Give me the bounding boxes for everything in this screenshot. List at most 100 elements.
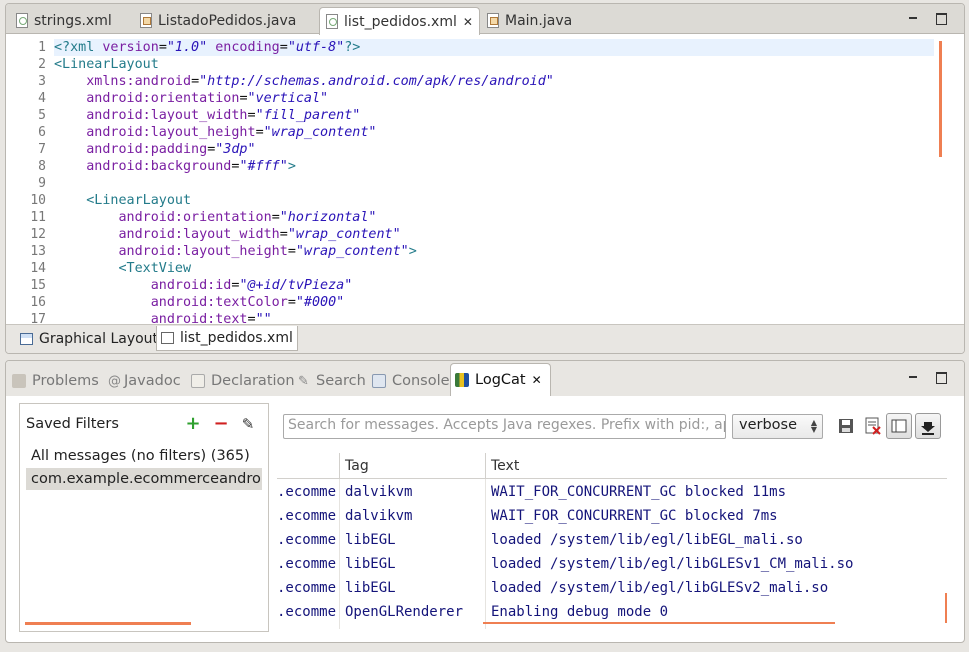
javadoc-icon: @ bbox=[108, 374, 121, 389]
code-line: xmlns:android="http://schemas.android.co… bbox=[86, 74, 554, 89]
console-icon bbox=[372, 374, 386, 388]
line-number: 4 bbox=[38, 91, 46, 106]
scroll-lock-button[interactable] bbox=[915, 413, 941, 439]
tab-label: Declaration bbox=[211, 373, 295, 389]
minimize-icon[interactable] bbox=[906, 370, 920, 384]
close-icon[interactable]: ✕ bbox=[463, 15, 473, 29]
log-row[interactable]: .ecomme libEGL loaded /system/lib/egl/li… bbox=[277, 553, 947, 577]
tab-label: strings.xml bbox=[34, 12, 112, 29]
code-text[interactable]: <?xml version="1.0" encoding="utf-8"?> <… bbox=[54, 39, 934, 324]
tab-logcat[interactable]: LogCat ✕ bbox=[450, 363, 551, 396]
column-header-text[interactable]: Text bbox=[491, 458, 519, 474]
line-number: 16 bbox=[30, 295, 46, 310]
java-file-icon bbox=[487, 13, 499, 28]
tab-graphical-layout[interactable]: Graphical Layout bbox=[16, 326, 162, 351]
line-number: 11 bbox=[30, 210, 46, 225]
tab-listadopedidos-java[interactable]: ListadoPedidos.java bbox=[134, 7, 296, 34]
xml-file-icon bbox=[16, 13, 28, 28]
log-text: WAIT_FOR_CONCURRENT_GC blocked 7ms bbox=[491, 508, 778, 524]
log-app: .ecomme bbox=[277, 532, 337, 548]
tab-search[interactable]: ✎ Search bbox=[298, 366, 366, 396]
line-number: 17 bbox=[30, 312, 46, 324]
tab-label: LogCat bbox=[475, 372, 526, 388]
editor-panel: strings.xml ListadoPedidos.java list_ped… bbox=[5, 3, 965, 354]
log-tag: dalvikvm bbox=[345, 508, 413, 524]
tab-label: Console bbox=[392, 373, 450, 389]
selection-underline bbox=[483, 622, 835, 624]
log-app: .ecomme bbox=[277, 556, 337, 572]
log-table[interactable]: Tag Text .ecomme dalvikvm WAIT_FOR_CONCU… bbox=[277, 453, 947, 633]
close-icon[interactable]: ✕ bbox=[532, 373, 542, 387]
filter-all-messages[interactable]: All messages (no filters) (365) bbox=[26, 445, 250, 467]
clear-log-icon[interactable] bbox=[864, 417, 882, 435]
editor-tab-bar: strings.xml ListadoPedidos.java list_ped… bbox=[6, 4, 964, 35]
horizontal-scrollbar[interactable] bbox=[25, 622, 191, 625]
log-app: .ecomme bbox=[277, 580, 337, 596]
saved-filters-panel: Saved Filters + − ✎ All messages (no fil… bbox=[19, 403, 269, 632]
line-number: 3 bbox=[38, 74, 46, 89]
view-tab-bar: Problems @ Javadoc Declaration ✎ Search … bbox=[6, 361, 964, 396]
tab-declaration[interactable]: Declaration bbox=[191, 366, 295, 396]
minimize-icon[interactable] bbox=[906, 11, 920, 25]
view-panel: Problems @ Javadoc Declaration ✎ Search … bbox=[5, 360, 965, 643]
line-number: 1 bbox=[38, 40, 46, 55]
add-filter-icon[interactable]: + bbox=[184, 415, 202, 433]
code-line: android:background="#fff"> bbox=[86, 159, 296, 174]
code-line: <TextView bbox=[118, 261, 192, 276]
log-text: Enabling debug mode 0 bbox=[491, 604, 669, 620]
vertical-scrollbar[interactable] bbox=[939, 41, 942, 157]
line-number: 14 bbox=[30, 261, 46, 276]
line-number: 6 bbox=[38, 125, 46, 140]
editor-mode-tabs: Graphical Layout list_pedidos.xml bbox=[6, 324, 964, 353]
log-tag: OpenGLRenderer bbox=[345, 604, 464, 620]
save-icon[interactable] bbox=[837, 417, 855, 435]
code-line: <LinearLayout bbox=[54, 57, 159, 72]
log-tag: libEGL bbox=[345, 556, 396, 572]
column-header-tag[interactable]: Tag bbox=[345, 458, 369, 474]
log-tag: libEGL bbox=[345, 580, 396, 596]
maximize-icon[interactable] bbox=[934, 370, 948, 384]
saved-filters-title: Saved Filters bbox=[26, 416, 119, 432]
line-number: 2 bbox=[38, 57, 46, 72]
line-number: 5 bbox=[38, 108, 46, 123]
log-text: loaded /system/lib/egl/libGLESv2_mali.so bbox=[491, 580, 829, 596]
code-line: <LinearLayout bbox=[86, 193, 192, 208]
code-editor[interactable]: 1 2 3 4 5 6 7 8 9 10 11 12 13 14 15 16 1… bbox=[6, 35, 964, 324]
code-line: <?xml version="1.0" encoding="utf-8"?> bbox=[54, 39, 934, 56]
log-row[interactable]: .ecomme libEGL loaded /system/lib/egl/li… bbox=[277, 577, 947, 601]
log-level-select[interactable]: verbose ▲ ▼ bbox=[732, 414, 823, 439]
tab-label: Problems bbox=[32, 373, 99, 389]
toggle-filters-button[interactable] bbox=[886, 413, 912, 439]
search-input[interactable]: Search for messages. Accepts Java regexe… bbox=[283, 414, 726, 439]
tab-problems[interactable]: Problems bbox=[12, 366, 99, 396]
remove-filter-icon[interactable]: − bbox=[212, 415, 230, 433]
code-line: android:layout_height="wrap_content" bbox=[86, 125, 377, 140]
xml-file-icon bbox=[161, 332, 174, 344]
tab-label: list_pedidos.xml bbox=[344, 13, 457, 30]
tab-console[interactable]: Console bbox=[372, 366, 450, 396]
code-line: android:textColor="#000" bbox=[150, 295, 345, 310]
code-line: android:orientation="horizontal" bbox=[118, 210, 377, 225]
log-row[interactable]: .ecomme libEGL loaded /system/lib/egl/li… bbox=[277, 529, 947, 553]
tab-list-pedidos-xml[interactable]: list_pedidos.xml ✕ bbox=[319, 7, 480, 35]
edit-filter-icon[interactable]: ✎ bbox=[239, 415, 257, 433]
maximize-icon[interactable] bbox=[934, 11, 948, 25]
tab-main-java[interactable]: Main.java bbox=[481, 7, 572, 34]
log-row[interactable]: .ecomme dalvikvm WAIT_FOR_CONCURRENT_GC … bbox=[277, 505, 947, 529]
declaration-icon bbox=[191, 374, 205, 388]
tab-xml-source[interactable]: list_pedidos.xml bbox=[156, 326, 298, 351]
tab-label: list_pedidos.xml bbox=[180, 330, 293, 346]
filter-app[interactable]: com.example.ecommerceandroid ( bbox=[26, 468, 262, 490]
line-number-gutter: 1 2 3 4 5 6 7 8 9 10 11 12 13 14 15 16 1… bbox=[6, 39, 50, 324]
tab-strings-xml[interactable]: strings.xml bbox=[10, 7, 112, 34]
log-row[interactable]: .ecomme dalvikvm WAIT_FOR_CONCURRENT_GC … bbox=[277, 481, 947, 505]
search-icon: ✎ bbox=[298, 374, 309, 389]
overview-ruler[interactable] bbox=[942, 35, 964, 324]
tab-javadoc[interactable]: @ Javadoc bbox=[108, 366, 181, 396]
java-file-icon bbox=[140, 13, 152, 28]
log-level-value: verbose bbox=[739, 417, 798, 433]
line-number: 10 bbox=[30, 193, 46, 208]
log-text: WAIT_FOR_CONCURRENT_GC blocked 11ms bbox=[491, 484, 787, 500]
vertical-scrollbar[interactable] bbox=[945, 593, 947, 623]
